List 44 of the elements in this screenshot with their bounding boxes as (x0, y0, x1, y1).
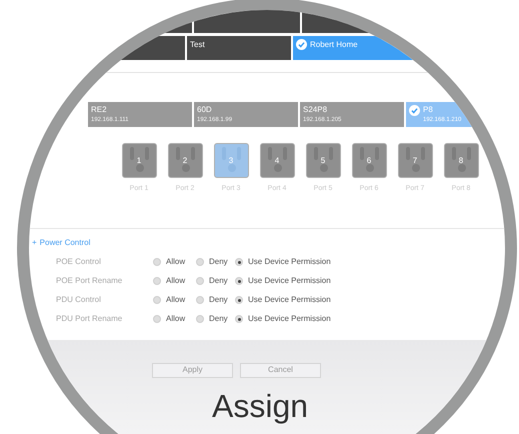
port-number: 5 (320, 154, 326, 166)
radio-label: Use Device Permission (248, 294, 331, 306)
permission-label: PDU Control (56, 294, 102, 306)
radio-label: Use Device Permission (248, 256, 331, 268)
section-title[interactable]: Power Control (40, 236, 90, 248)
radio-label: Deny (209, 294, 228, 306)
port-socket[interactable]: 5 (306, 143, 340, 178)
port-number: 2 (182, 154, 188, 166)
port-number: 6 (366, 154, 372, 166)
radio-label: Allow (166, 275, 186, 287)
page-heading: Assign (212, 388, 310, 424)
radio-label: Allow (166, 256, 186, 268)
radio-label: Deny (209, 275, 228, 287)
port-socket[interactable]: 2 (168, 143, 202, 178)
port-socket[interactable]: 3 (214, 143, 248, 178)
group-name: Test (190, 39, 205, 51)
radio-label: Use Device Permission (248, 313, 331, 325)
group-name: Robert Home (310, 39, 358, 51)
expand-toggle[interactable]: + (32, 236, 37, 248)
port-number: 3 (228, 154, 234, 166)
device-name: 60D (197, 105, 213, 115)
permission-label: POE Port Rename (56, 275, 124, 287)
port-number: 4 (274, 154, 280, 166)
action-button[interactable]: Apply (152, 362, 233, 378)
group-tile[interactable]: Test (187, 36, 291, 60)
device-name: RE2 (91, 105, 108, 115)
device-name: P8 (423, 105, 434, 115)
permission-label: POE Control (56, 256, 102, 268)
device-name: S24P8 (303, 105, 328, 115)
port-socket[interactable]: 6 (352, 143, 386, 178)
radio-label: Allow (166, 313, 186, 325)
radio-label: Use Device Permission (248, 275, 331, 287)
port-number: 7 (412, 154, 418, 166)
port-socket[interactable]: 7 (398, 143, 432, 178)
action-button[interactable]: Cancel (240, 362, 321, 378)
radio-label: Deny (209, 256, 228, 268)
radio-label: Allow (166, 294, 186, 306)
port-number: 1 (136, 154, 142, 166)
port-socket[interactable]: 8 (444, 143, 478, 178)
radio-label: Deny (209, 313, 228, 325)
permission-label: PDU Port Rename (56, 313, 124, 325)
port-socket[interactable]: 1 (122, 143, 156, 178)
port-socket[interactable]: 4 (260, 143, 294, 178)
port-number: 8 (458, 154, 464, 166)
